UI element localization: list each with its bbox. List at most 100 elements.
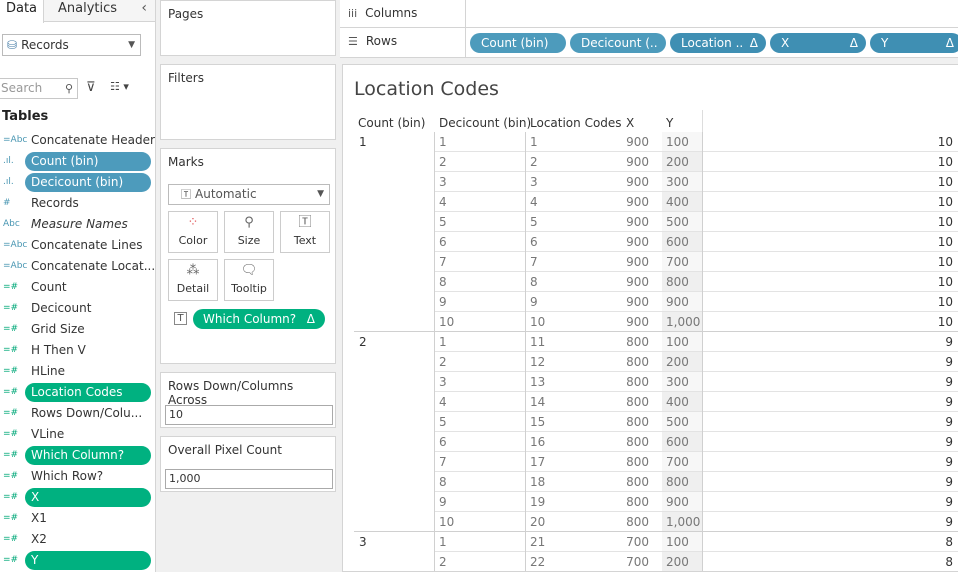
header-location-codes[interactable]: Location Codes: [530, 116, 622, 130]
which-column-pill[interactable]: Which Column? Δ: [193, 309, 325, 329]
table-row[interactable]: 3 1 21 700 100 8: [343, 532, 958, 552]
rows-pill-y[interactable]: YΔ: [870, 33, 958, 53]
cell-which-column: 10: [937, 315, 953, 329]
field-item[interactable]: =# VLine: [0, 424, 155, 445]
table-row[interactable]: 10 20 800 1,000 9: [343, 512, 958, 532]
cell-which-column: 10: [937, 275, 953, 289]
worksheet-view[interactable]: Location Codes Count (bin) Decicount (bi…: [342, 64, 958, 572]
rows-down-input[interactable]: 10: [165, 405, 333, 425]
rows-pill-label: Y: [881, 36, 889, 50]
field-item[interactable]: =Abc Concatenate Header: [0, 130, 155, 151]
field-item[interactable]: =# X: [0, 487, 155, 508]
filters-card[interactable]: Filters: [160, 64, 336, 140]
field-item[interactable]: =# Location Codes: [0, 382, 155, 403]
cell-location-code: 7: [530, 255, 538, 269]
table-row[interactable]: 6 6 900 600 10: [343, 232, 958, 252]
field-label: Decicount: [31, 301, 92, 315]
field-item[interactable]: =# Decicount: [0, 298, 155, 319]
cell-which-column: 10: [937, 135, 953, 149]
rows-shelf[interactable]: ☰ Rows Count (bin) Decicount (.. Location…: [340, 28, 958, 58]
filter-icon[interactable]: ⊽: [86, 80, 96, 95]
search-row: Search ⚲ ⊽ ☷ ▾: [0, 78, 155, 100]
collapse-pane-icon[interactable]: ‹: [141, 0, 147, 16]
field-item[interactable]: .ıl. Decicount (bin): [0, 172, 155, 193]
table-row[interactable]: 10 10 900 1,000 10: [343, 312, 958, 332]
table-row[interactable]: 3 3 900 300 10: [343, 172, 958, 192]
table-row[interactable]: 9 9 900 900 10: [343, 292, 958, 312]
table-row[interactable]: 2 2 900 200 10: [343, 152, 958, 172]
cell-y: 600: [666, 235, 689, 249]
tab-analytics[interactable]: Analytics: [58, 0, 117, 22]
pixel-count-input[interactable]: 1,000: [165, 469, 333, 489]
cell-which-column: 9: [945, 375, 953, 389]
header-y[interactable]: Y: [666, 116, 673, 130]
text-button[interactable]: 🅃 Text: [280, 211, 330, 253]
columns-shelf-label: iii Columns: [340, 0, 466, 27]
marks-card: Marks 🅃 Automatic ▼ ⁘ Color ⚲ Size 🅃 Text ⁂ D…: [160, 148, 336, 364]
table-row[interactable]: 7 7 900 700 10: [343, 252, 958, 272]
search-input[interactable]: Search ⚲: [0, 78, 78, 99]
columns-shelf[interactable]: iii Columns: [340, 0, 958, 28]
mark-type-select[interactable]: 🅃 Automatic ▼: [168, 184, 330, 205]
field-item[interactable]: =# X2: [0, 529, 155, 550]
table-row[interactable]: 2 1 11 800 100 9: [343, 332, 958, 352]
field-item[interactable]: =Abc Concatenate Locat...: [0, 256, 155, 277]
datasource-select[interactable]: ⛁ Records ▼: [2, 34, 141, 56]
table-row[interactable]: 5 5 900 500 10: [343, 212, 958, 232]
table-row[interactable]: 5 15 800 500 9: [343, 412, 958, 432]
pixel-count-title: Overall Pixel Count: [168, 443, 282, 457]
header-x[interactable]: X: [626, 116, 634, 130]
cell-which-column: 10: [937, 195, 953, 209]
pages-card[interactable]: Pages: [160, 0, 336, 56]
field-item[interactable]: =# Which Column?: [0, 445, 155, 466]
field-type-icon: =#: [3, 555, 19, 565]
header-decicount-bin[interactable]: Decicount (bin): [439, 116, 531, 130]
field-item[interactable]: Abc Measure Names: [0, 214, 155, 235]
table-row[interactable]: 2 22 700 200 8: [343, 552, 958, 571]
rows-pill-location[interactable]: Location .. Δ: [670, 33, 766, 53]
color-button[interactable]: ⁘ Color: [168, 211, 218, 253]
field-item[interactable]: =# Count: [0, 277, 155, 298]
view-options-icon[interactable]: ☷ ▾: [110, 80, 129, 93]
field-type-icon: #: [3, 198, 11, 208]
cell-which-column: 9: [945, 495, 953, 509]
field-item[interactable]: .ıl. Count (bin): [0, 151, 155, 172]
field-item[interactable]: =# Grid Size: [0, 319, 155, 340]
detail-button[interactable]: ⁂ Detail: [168, 259, 218, 301]
table-row[interactable]: 3 13 800 300 9: [343, 372, 958, 392]
table-row[interactable]: 2 12 800 200 9: [343, 352, 958, 372]
tooltip-button[interactable]: 🗨 Tooltip: [224, 259, 274, 301]
table-row[interactable]: 7 17 800 700 9: [343, 452, 958, 472]
cell-decicount: 5: [439, 415, 447, 429]
field-item[interactable]: # Records: [0, 193, 155, 214]
table-row[interactable]: 8 8 900 800 10: [343, 272, 958, 292]
table-row[interactable]: 4 4 900 400 10: [343, 192, 958, 212]
field-item[interactable]: =# HLine: [0, 361, 155, 382]
cell-y: 100: [666, 335, 689, 349]
table-row[interactable]: 6 16 800 600 9: [343, 432, 958, 452]
table-row[interactable]: 1 1 1 900 100 10: [343, 132, 958, 152]
field-item[interactable]: =Abc Concatenate Lines: [0, 235, 155, 256]
table-row[interactable]: 8 18 800 800 9: [343, 472, 958, 492]
field-item[interactable]: =# H Then V: [0, 340, 155, 361]
delta-icon: Δ: [945, 36, 954, 50]
rows-pill-count-bin[interactable]: Count (bin): [470, 33, 566, 53]
cell-count-bin: 1: [359, 135, 367, 149]
field-item[interactable]: =# Rows Down/Colu...: [0, 403, 155, 424]
field-type-icon: =#: [3, 450, 19, 460]
field-item[interactable]: =# Y: [0, 550, 155, 571]
table-row[interactable]: 9 19 800 900 9: [343, 492, 958, 512]
cell-x: 900: [626, 295, 649, 309]
size-button[interactable]: ⚲ Size: [224, 211, 274, 253]
field-item[interactable]: =# Which Row?: [0, 466, 155, 487]
table-row[interactable]: 4 14 800 400 9: [343, 392, 958, 412]
cell-y: 200: [666, 555, 689, 569]
field-item[interactable]: =# X1: [0, 508, 155, 529]
rows-pill-decicount[interactable]: Decicount (..: [570, 33, 666, 53]
header-count-bin[interactable]: Count (bin): [358, 116, 425, 130]
cell-which-column: 9: [945, 515, 953, 529]
field-type-icon: =#: [3, 324, 19, 334]
tab-data[interactable]: Data: [0, 0, 44, 23]
rows-pill-x[interactable]: XΔ: [770, 33, 866, 53]
field-list: =Abc Concatenate Header .ıl. Count (bin) .ıl…: [0, 130, 155, 571]
